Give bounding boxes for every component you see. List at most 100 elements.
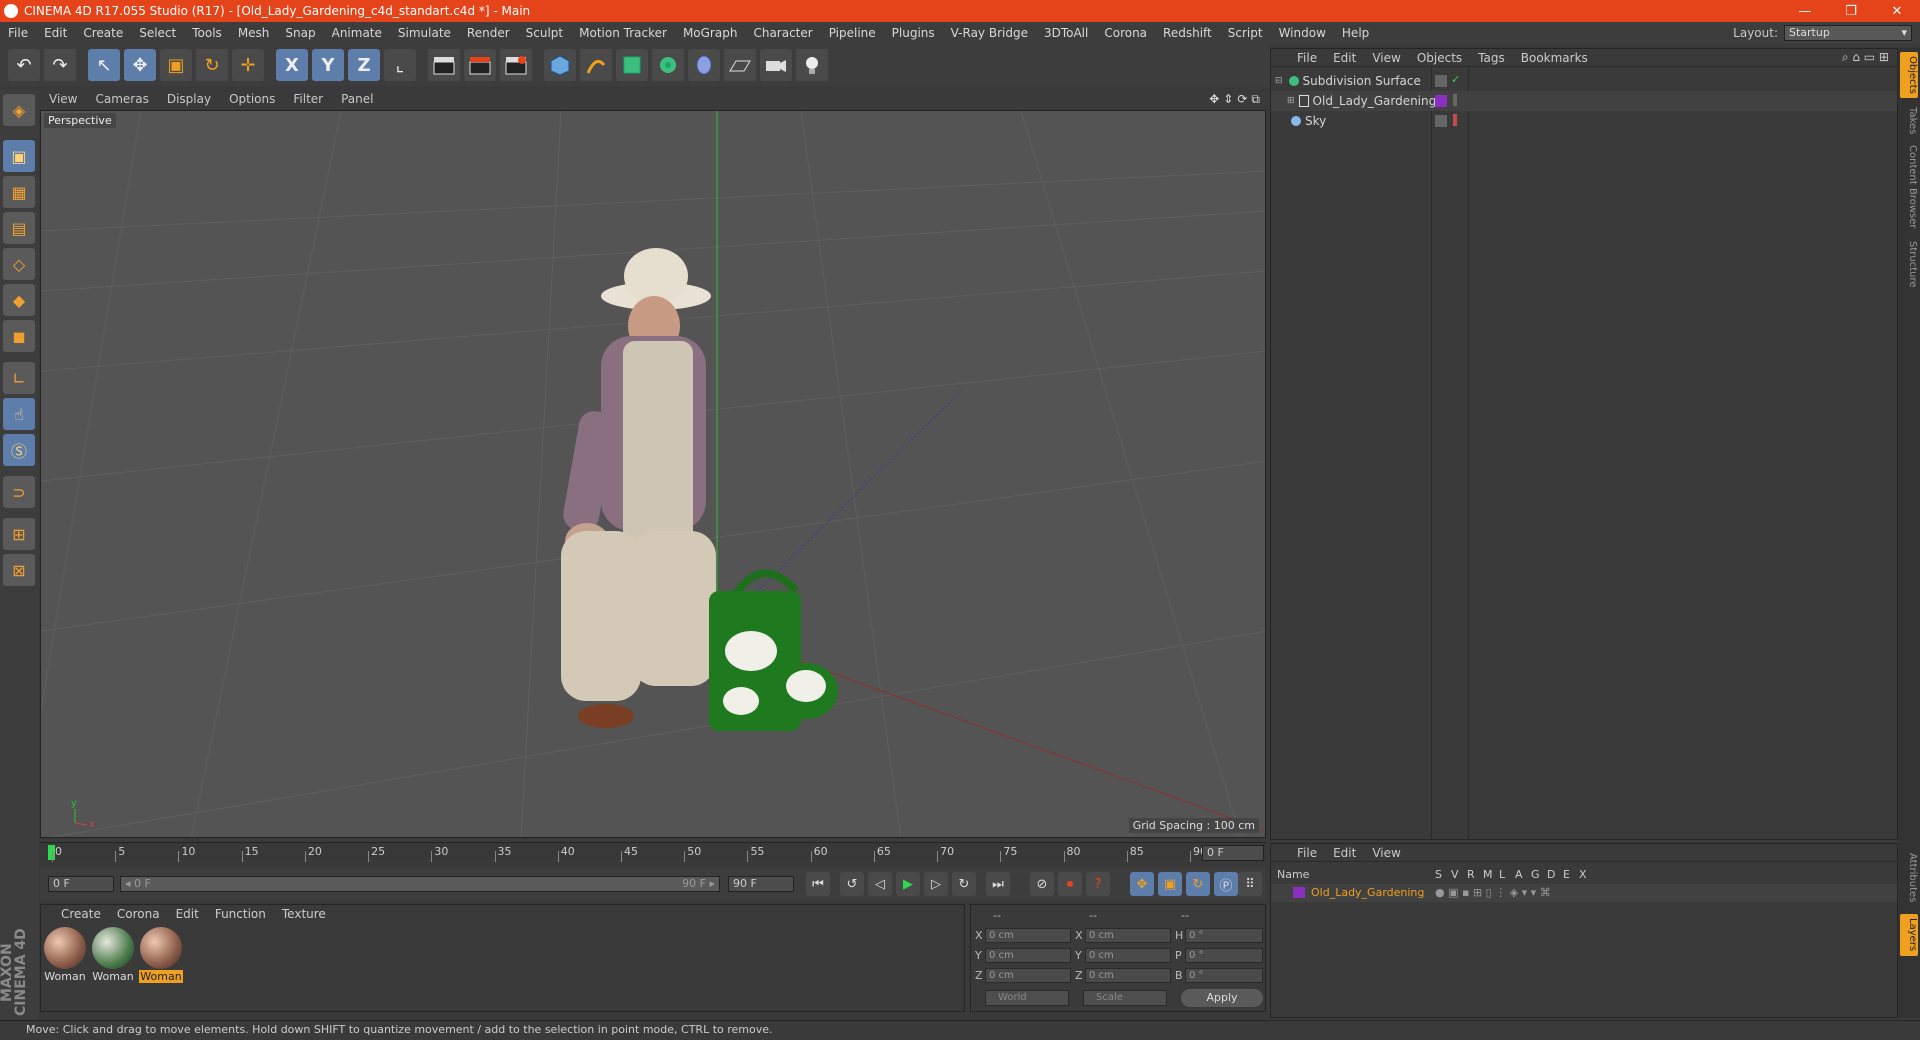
snap-button[interactable]: Ⓢ — [3, 434, 35, 466]
grid-snap-button[interactable]: ⊠ — [3, 554, 35, 586]
current-frame-field[interactable]: 0 F — [1202, 845, 1264, 861]
material-menu-function[interactable]: Function — [207, 907, 274, 921]
key-position-button[interactable]: ✥ — [1130, 872, 1154, 896]
maximize-viewport-icon[interactable]: ⧉ — [1251, 92, 1260, 107]
viewport-menu-panel[interactable]: Panel — [332, 92, 382, 106]
frame-range-slider[interactable]: ◂ 0 F 90 F ▸ — [120, 876, 720, 892]
menu-vray-bridge[interactable]: V-Ray Bridge — [943, 26, 1036, 40]
keyframe-selection-button[interactable]: ? — [1086, 872, 1110, 896]
perspective-viewport[interactable]: y x Perspective Grid Spacing : 100 cm — [40, 110, 1266, 838]
layer-col-view[interactable]: V — [1451, 868, 1459, 881]
subdivision-button[interactable] — [616, 49, 648, 81]
object-menu-file[interactable]: File — [1289, 51, 1325, 65]
rotation-p-field[interactable]: 0 ° — [1185, 948, 1263, 963]
menu-snap[interactable]: Snap — [277, 26, 323, 40]
menu-redshift[interactable]: Redshift — [1155, 26, 1220, 40]
tab-content-browser[interactable]: Content Browser — [1900, 144, 1918, 230]
play-button[interactable]: ▶ — [896, 872, 920, 896]
visibility-dots-icon[interactable] — [1435, 75, 1447, 87]
enabled-check-icon[interactable]: ✓ — [1451, 73, 1460, 86]
dolly-icon[interactable]: ⇕ — [1223, 92, 1233, 107]
size-mode-dropdown[interactable]: Scale — [1083, 990, 1167, 1006]
polygons-mode-button[interactable]: ◼ — [3, 320, 35, 352]
layer-col-xref[interactable]: X — [1579, 868, 1587, 881]
rotation-h-field[interactable]: 0 ° — [1185, 928, 1263, 943]
viewport-menu-display[interactable]: Display — [158, 92, 220, 106]
key-rotation-button[interactable]: ↻ — [1186, 872, 1210, 896]
menu-select[interactable]: Select — [131, 26, 184, 40]
y-axis-lock-button[interactable]: Y — [312, 49, 344, 81]
floor-button[interactable] — [724, 49, 756, 81]
close-button[interactable]: ✕ — [1874, 4, 1920, 19]
material-menu-edit[interactable]: Edit — [168, 907, 207, 921]
menu-mograph[interactable]: MoGraph — [675, 26, 746, 40]
menu-file[interactable]: File — [0, 26, 36, 40]
rotate-tool-button[interactable]: ↻ — [196, 49, 228, 81]
layout-dropdown[interactable]: Startup — [1784, 25, 1912, 41]
watering-can[interactable] — [709, 569, 838, 731]
layer-menu-edit[interactable]: Edit — [1325, 846, 1364, 860]
material-swatch-selected[interactable]: Woman — [139, 927, 183, 983]
render-picture-viewer-button[interactable] — [464, 49, 496, 81]
restore-button[interactable]: ❐ — [1828, 4, 1874, 19]
orbit-icon[interactable]: ⟳ — [1237, 92, 1247, 107]
make-editable-button[interactable]: ◈ — [3, 94, 35, 126]
record-keys-button[interactable]: ⊘ — [1030, 872, 1054, 896]
tab-objects[interactable]: Objects — [1900, 52, 1918, 98]
menu-plugins[interactable]: Plugins — [884, 26, 943, 40]
world-coordinates-button[interactable]: ⌞ — [384, 49, 416, 81]
material-swatch[interactable]: Woman — [43, 927, 87, 983]
object-menu-objects[interactable]: Objects — [1409, 51, 1470, 65]
start-frame-field[interactable]: 0 F — [48, 876, 114, 892]
rotation-b-field[interactable]: 0 ° — [1185, 968, 1263, 983]
material-menu-create[interactable]: Create — [53, 907, 109, 921]
object-row-sky[interactable]: Sky — [1271, 111, 1897, 131]
magnet-button[interactable]: ⊃ — [3, 476, 35, 508]
layer-col-solo[interactable]: S — [1435, 868, 1442, 881]
menu-3dtoall[interactable]: 3DToAll — [1036, 26, 1096, 40]
axis-move-button[interactable]: ✛ — [232, 49, 264, 81]
layer-col-animation[interactable]: A — [1515, 868, 1523, 881]
cloner-button[interactable] — [652, 49, 684, 81]
render-dot-icon[interactable] — [1453, 114, 1457, 126]
old-lady-character[interactable] — [561, 248, 716, 728]
tab-structure[interactable]: Structure — [1900, 236, 1918, 292]
menu-window[interactable]: Window — [1271, 26, 1334, 40]
tab-layers[interactable]: Layers — [1900, 914, 1918, 956]
material-swatch[interactable]: Woman — [91, 927, 135, 983]
menu-pipeline[interactable]: Pipeline — [821, 26, 884, 40]
cube-object-button[interactable] — [544, 49, 576, 81]
layer-col-manager[interactable]: M — [1483, 868, 1493, 881]
layer-col-render[interactable]: R — [1467, 868, 1475, 881]
size-z-field[interactable]: 0 cm — [1085, 968, 1171, 983]
coordinate-system-dropdown[interactable]: World — [985, 990, 1069, 1006]
workplane-mode-button[interactable]: ▤ — [3, 212, 35, 244]
position-z-field[interactable]: 0 cm — [985, 968, 1071, 983]
timeline-ruler[interactable]: 0 5 10 15 20 25 30 35 40 45 50 55 60 65 70 75 80 85 90 0 F — [40, 842, 1266, 862]
material-menu-texture[interactable]: Texture — [274, 907, 334, 921]
size-x-field[interactable]: 0 cm — [1085, 928, 1171, 943]
viewport-menu-cameras[interactable]: Cameras — [86, 92, 157, 106]
tweak-mode-button[interactable]: ☝ — [3, 398, 35, 430]
object-row-old-lady[interactable]: ⊞ Old_Lady_Gardening — [1271, 91, 1897, 111]
camera-button[interactable] — [760, 49, 792, 81]
select-tool-button[interactable]: ↖ — [88, 49, 120, 81]
edges-mode-button[interactable]: ◆ — [3, 284, 35, 316]
light-button[interactable] — [796, 49, 828, 81]
previous-key-button[interactable]: ↺ — [840, 872, 864, 896]
next-frame-button[interactable]: ▷ — [924, 872, 948, 896]
menu-simulate[interactable]: Simulate — [390, 26, 459, 40]
key-pla-button[interactable]: ⠿ — [1238, 872, 1262, 896]
layer-col-deformers[interactable]: D — [1547, 868, 1555, 881]
scale-tool-button[interactable]: ▣ — [160, 49, 192, 81]
menu-edit[interactable]: Edit — [36, 26, 75, 40]
layer-col-locked[interactable]: L — [1499, 868, 1505, 881]
menu-animate[interactable]: Animate — [324, 26, 390, 40]
viewport-menu-options[interactable]: Options — [220, 92, 284, 106]
layer-color-swatch[interactable] — [1435, 95, 1447, 107]
object-menu-tags[interactable]: Tags — [1470, 51, 1513, 65]
viewport-label[interactable]: Perspective — [44, 113, 116, 128]
model-mode-button[interactable]: ▣ — [3, 140, 35, 172]
visibility-dots-icon[interactable] — [1435, 115, 1447, 127]
expand-toggle-icon[interactable]: ⊞ — [1287, 96, 1295, 106]
